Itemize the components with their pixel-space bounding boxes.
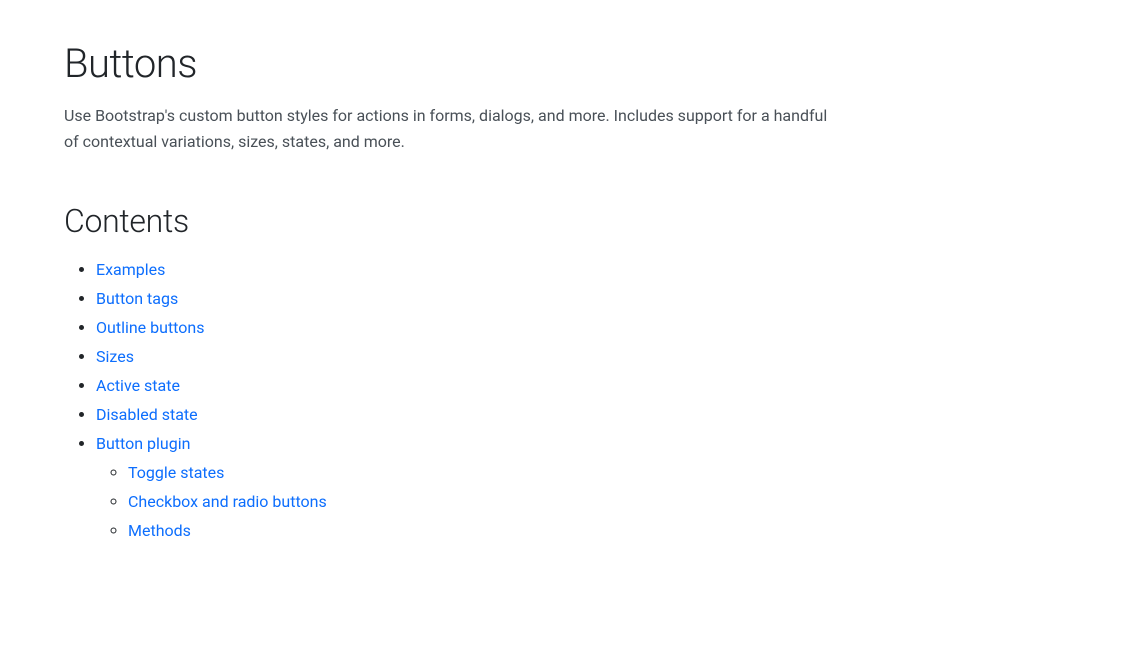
page-title: Buttons <box>64 40 1071 87</box>
list-item: Disabled state <box>96 405 1071 424</box>
list-item: Active state <box>96 376 1071 395</box>
sub-list-item: Toggle states <box>128 463 1071 482</box>
list-item: Button plugin Toggle states Checkbox and r… <box>96 434 1071 540</box>
sub-contents-link[interactable]: Checkbox and radio buttons <box>128 492 327 511</box>
page-description: Use Bootstrap's custom button styles for… <box>64 103 844 154</box>
contents-link[interactable]: Active state <box>96 376 180 395</box>
list-item: Examples <box>96 260 1071 279</box>
contents-heading: Contents <box>64 202 1071 240</box>
list-item: Button tags <box>96 289 1071 308</box>
contents-link[interactable]: Examples <box>96 260 165 279</box>
sub-list-item: Methods <box>128 521 1071 540</box>
sub-list: Toggle states Checkbox and radio buttons M… <box>104 463 1071 540</box>
contents-link[interactable]: Button tags <box>96 289 178 308</box>
contents-link[interactable]: Sizes <box>96 347 134 366</box>
list-item: Sizes <box>96 347 1071 366</box>
sub-list-item: Checkbox and radio buttons <box>128 492 1071 511</box>
contents-list: Examples Button tags Outline buttons Sizes A… <box>72 260 1071 540</box>
contents-link[interactable]: Disabled state <box>96 405 198 424</box>
list-item: Outline buttons <box>96 318 1071 337</box>
contents-link[interactable]: Button plugin <box>96 434 190 453</box>
contents-link[interactable]: Outline buttons <box>96 318 204 337</box>
sub-contents-link[interactable]: Toggle states <box>128 463 224 482</box>
sub-contents-link[interactable]: Methods <box>128 521 191 540</box>
